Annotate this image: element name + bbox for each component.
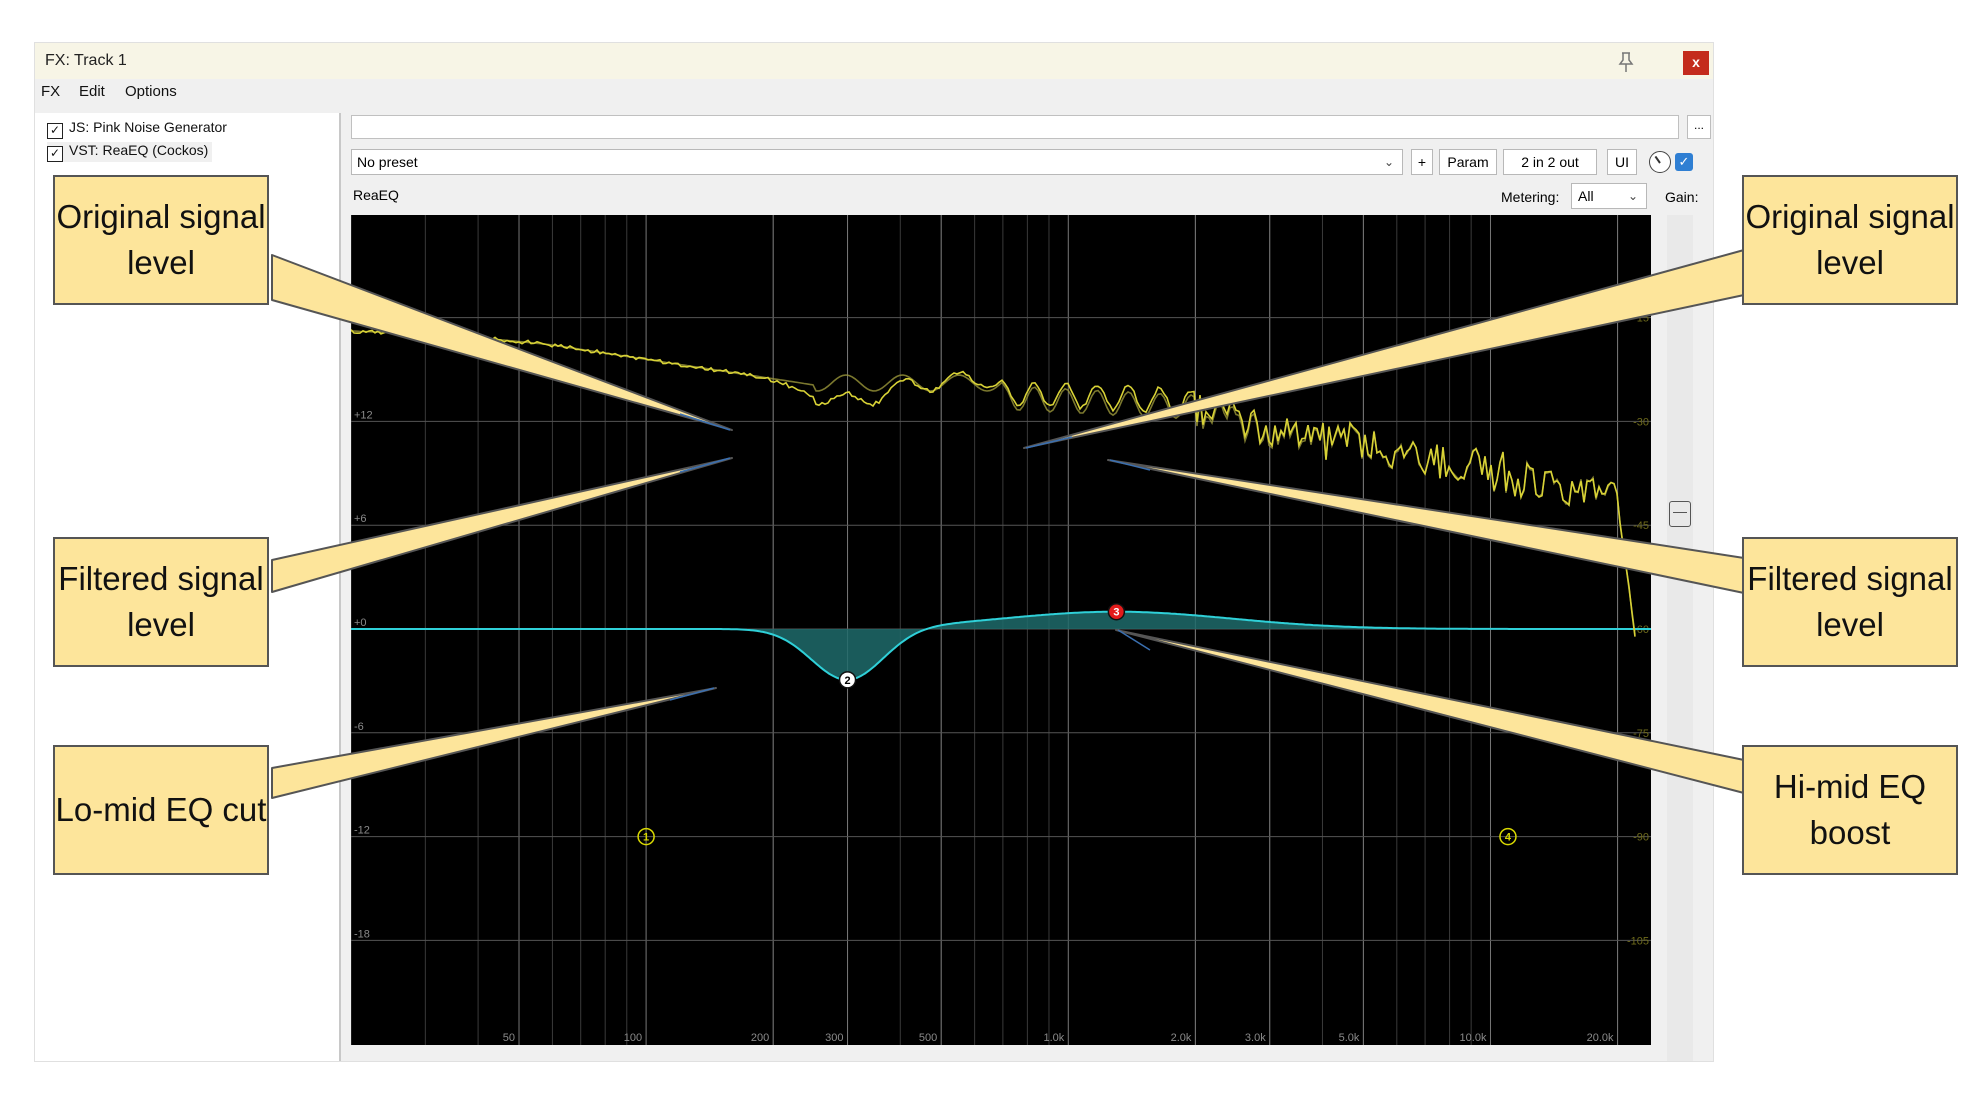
- callout-left-original: Original signal level: [53, 175, 269, 305]
- callout-right-himid: Hi-mid EQ boost: [1742, 745, 1958, 875]
- callout-left-lomid: Lo-mid EQ cut: [53, 745, 269, 875]
- callout-right-filtered: Filtered signal level: [1742, 537, 1958, 667]
- callout-right-original: Original signal level: [1742, 175, 1958, 305]
- callout-left-filtered: Filtered signal level: [53, 537, 269, 667]
- callout-pointers: [271, 249, 1745, 799]
